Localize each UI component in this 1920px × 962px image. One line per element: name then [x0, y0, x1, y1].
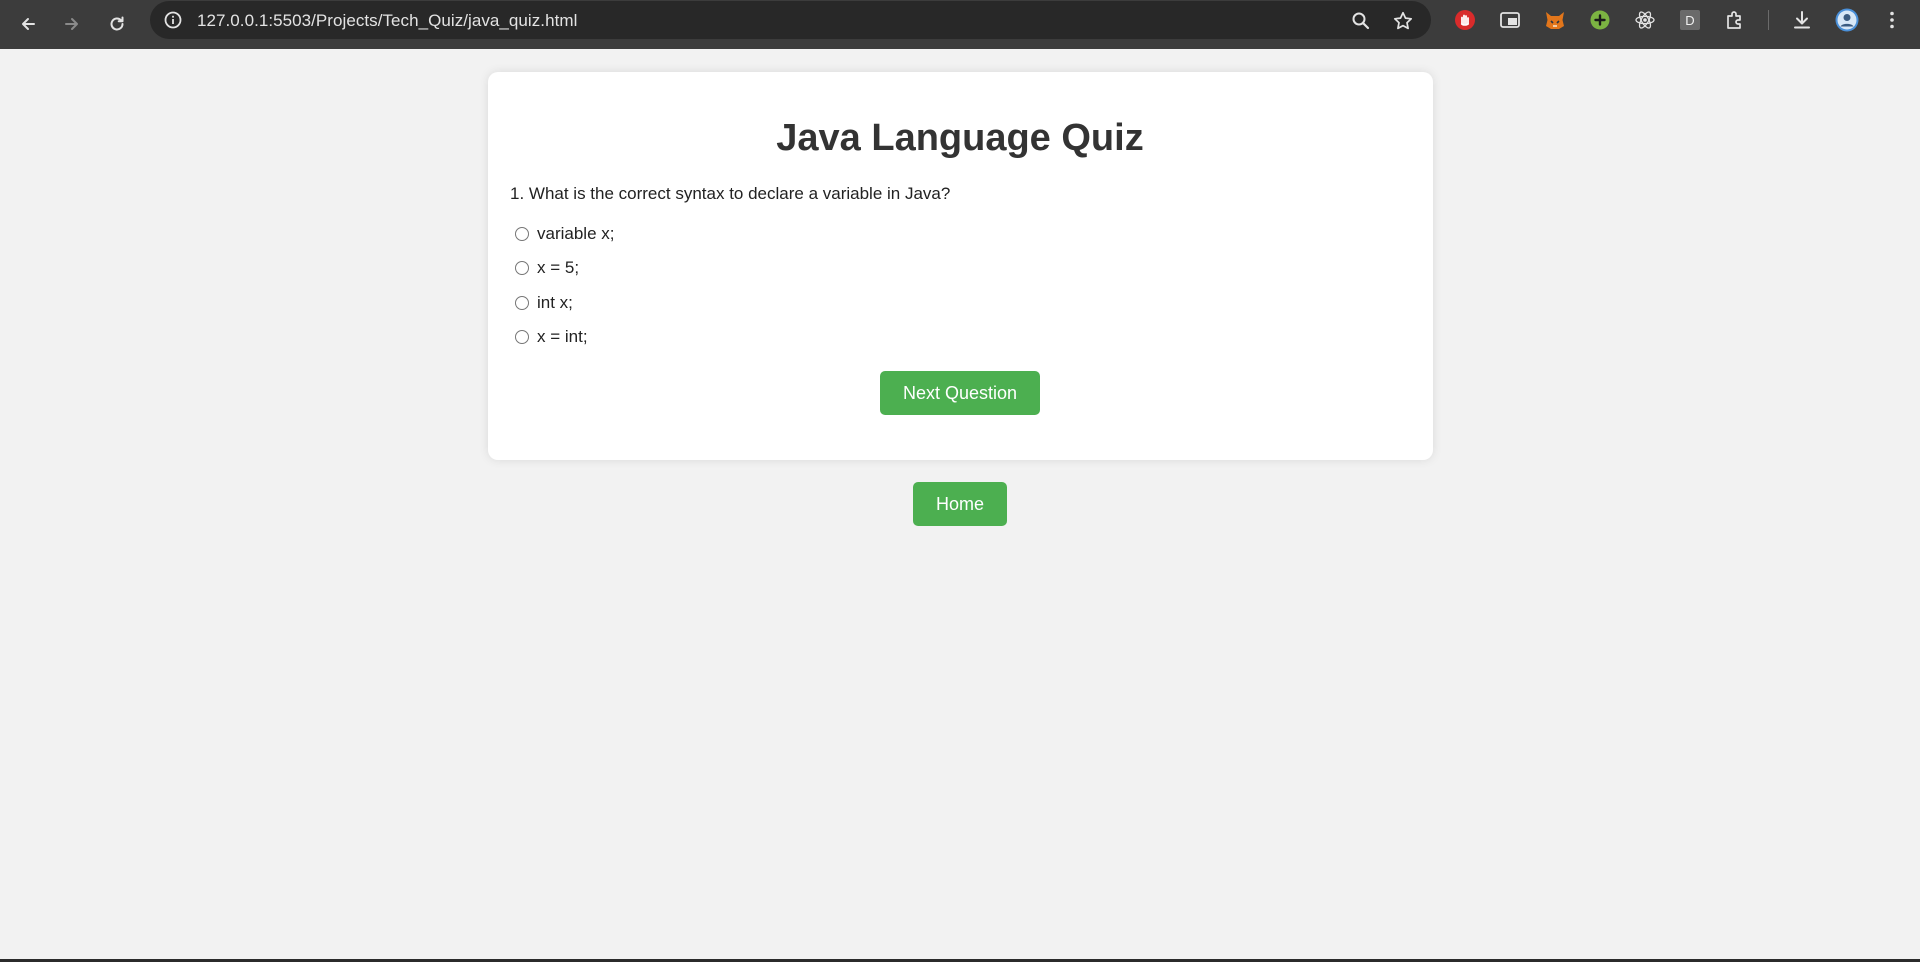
extension-d-letter: D — [1685, 13, 1694, 28]
answer-option[interactable]: x = int; — [515, 326, 588, 348]
address-bar[interactable]: 127.0.0.1:5503/Projects/Tech_Quiz/java_q… — [150, 1, 1431, 39]
answer-option-label: x = 5; — [537, 258, 580, 277]
radio-button[interactable] — [515, 296, 529, 310]
arrow-left-icon — [22, 18, 35, 30]
react-atom-icon[interactable] — [1633, 8, 1657, 32]
radio-button[interactable] — [515, 330, 529, 344]
reload-icon — [110, 16, 124, 31]
radio-button[interactable] — [515, 227, 529, 241]
letter-d-icon[interactable]: D — [1678, 8, 1702, 32]
star-icon[interactable] — [1392, 10, 1414, 32]
reload-button[interactable] — [101, 8, 133, 40]
plus-circle-icon[interactable] — [1588, 8, 1612, 32]
download-icon[interactable] — [1790, 8, 1814, 32]
fox-icon[interactable] — [1543, 8, 1567, 32]
page-title: Java Language Quiz — [776, 117, 1144, 159]
back-button[interactable] — [12, 8, 44, 40]
magnifier-icon[interactable] — [1350, 10, 1372, 32]
answer-option-label: variable x; — [537, 224, 615, 243]
radio-button[interactable] — [515, 261, 529, 275]
arrow-right-icon — [65, 18, 78, 30]
answer-option-label: int x; — [537, 293, 573, 312]
answer-option-label: x = int; — [537, 327, 588, 346]
picture-in-picture-icon[interactable] — [1498, 8, 1522, 32]
answer-option[interactable]: int x; — [515, 292, 573, 314]
browser-toolbar: 127.0.0.1:5503/Projects/Tech_Quiz/java_q… — [0, 0, 1920, 49]
info-icon[interactable] — [163, 10, 183, 30]
hand-stop-icon[interactable] — [1453, 8, 1477, 32]
kebab-menu-icon[interactable] — [1880, 8, 1904, 32]
home-button[interactable]: Home — [913, 482, 1007, 526]
url-text[interactable]: 127.0.0.1:5503/Projects/Tech_Quiz/java_q… — [197, 11, 577, 31]
forward-button[interactable] — [56, 8, 88, 40]
question-text: 1. What is the correct syntax to declare… — [510, 184, 951, 203]
puzzle-icon[interactable] — [1723, 8, 1747, 32]
toolbar-divider — [1768, 10, 1769, 30]
avatar-icon[interactable] — [1835, 8, 1859, 32]
answer-option[interactable]: x = 5; — [515, 257, 579, 279]
next-question-button[interactable]: Next Question — [880, 371, 1040, 415]
answer-option[interactable]: variable x; — [515, 223, 614, 245]
